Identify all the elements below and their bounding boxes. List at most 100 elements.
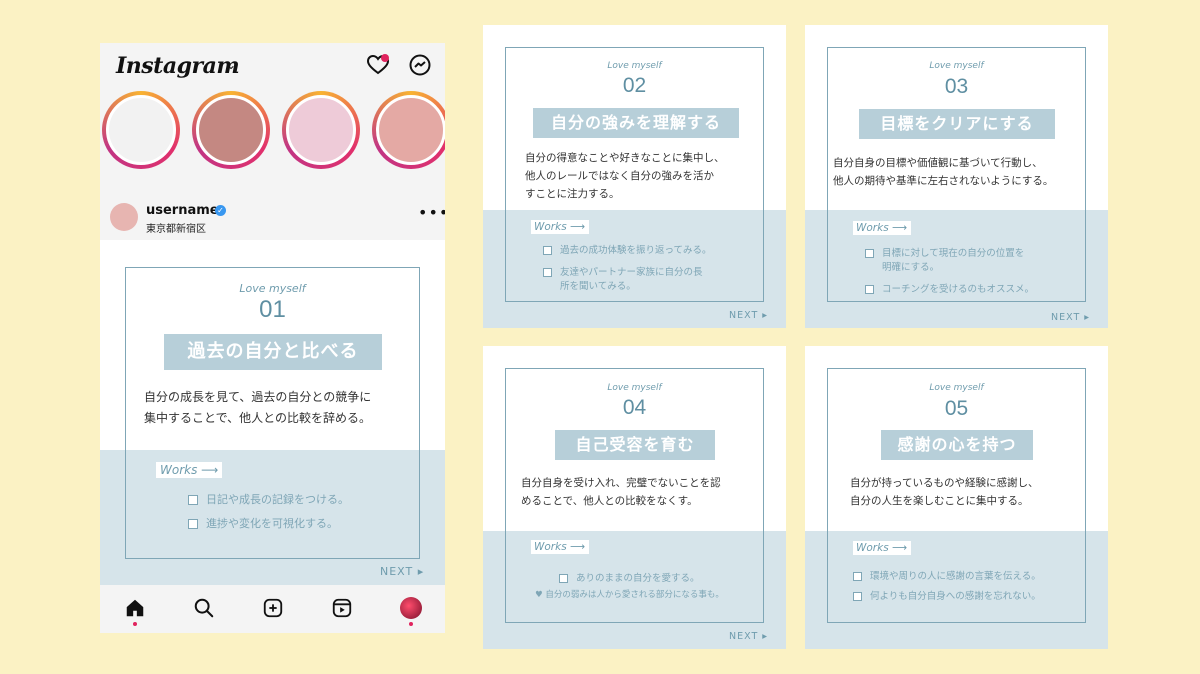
story-avatar[interactable] [102,91,180,169]
carousel-card-05[interactable]: Love myself 05 感謝の心を持つ 自分が持っているものや経験に感謝し… [805,346,1108,649]
works-text: Works [856,222,889,234]
card-number: 03 [944,75,969,98]
chevron-down-icon[interactable]: ⌄ [226,58,236,72]
checklist-text: 環境や周りの人に感謝の言葉を伝える。 [870,571,1041,582]
checklist-item[interactable]: 過去の成功体験を振り返ってみる。 [543,242,712,256]
tip-note: ♥ 自分の弱みは人から愛される部分になる事も。 [535,590,724,600]
checkbox[interactable] [188,495,198,505]
love-myself-label: Love myself [607,383,662,393]
checklist-item[interactable]: ありのままの自分を愛する。 [559,570,700,584]
post-user-row: username ✓ 東京都新宿区 ••• [100,193,445,241]
checkbox[interactable] [543,268,552,277]
instagram-phone: Instagram ⌄ username ✓ 東京都新宿区 ••• Love m… [100,43,445,633]
card-number: 05 [944,397,969,420]
card-title: 目標をクリアにする [859,109,1055,139]
love-myself-label: Love myself [607,61,662,71]
card-title: 過去の自分と比べる [164,334,382,370]
desc-line: 自分が持っているものや経験に感謝し、 [850,477,1039,489]
love-myself-label: Love myself [929,383,984,393]
checklist-item[interactable]: 目標に対して現在の自分の位置を [865,245,1024,259]
card-description: 自分が持っているものや経験に感謝し、 自分の人生を楽しむことに集中する。 [850,474,1038,510]
verified-badge-icon: ✓ [215,205,226,216]
card-description: 自分自身を受け入れ、完璧でないことを認 めることで、他人との比較をなくす。 [521,474,721,510]
heart-icon[interactable] [366,53,390,77]
username[interactable]: username [146,203,219,218]
messenger-icon[interactable] [408,53,432,77]
avatar[interactable] [110,203,138,231]
card-title: 自己受容を育む [555,430,715,460]
carousel-card-04[interactable]: Love myself 04 自己受容を育む 自分自身を受け入れ、完璧でないこと… [483,346,786,649]
desc-line: 集中することで、他人との比較を辞める。 [144,411,372,425]
next-text: NEXT [380,565,414,578]
location-label[interactable]: 東京都新宿区 [146,220,206,235]
works-text: Works [534,541,567,553]
checklist-item[interactable]: コーチングを受けるのもオススメ。 [865,281,1034,295]
checkbox[interactable] [865,249,874,258]
card-title: 自分の強みを理解する [533,108,739,138]
add-post-icon[interactable] [262,597,284,619]
card-number: 02 [622,74,647,97]
stories-row [100,91,445,171]
carousel-card-02[interactable]: Love myself 02 自分の強みを理解する 自分の得意なことや好きなこと… [483,25,786,328]
instagram-logo[interactable]: Instagram [116,53,240,79]
checkbox[interactable] [543,246,552,255]
next-text: NEXT [1051,312,1081,323]
next-text: NEXT [729,631,759,642]
checklist-text: 目標に対して現在の自分の位置を [882,248,1025,259]
post-card-01[interactable]: Love myself 01 過去の自分と比べる 自分の成長を見て、過去の自分と… [100,240,445,585]
desc-line: めることで、他人との比較をなくす。 [521,495,698,507]
works-text: Works [160,463,198,477]
story-avatar[interactable] [282,91,360,169]
checklist-item[interactable]: 進捗や変化を可視化する。 [188,515,338,531]
card-description: 自分の成長を見て、過去の自分との競争に 集中することで、他人との比較を辞める。 [144,387,371,429]
bottom-nav [100,585,445,633]
more-options-icon[interactable]: ••• [418,203,445,222]
checklist-item[interactable]: 友達やパートナー家族に自分の長 [543,264,703,278]
checklist-text: 何よりも自分自身への感謝を忘れない。 [870,591,1041,602]
works-label: Works ⟶ [853,221,911,235]
story-avatar[interactable] [192,91,270,169]
checkbox[interactable] [188,519,198,529]
carousel-card-03[interactable]: Love myself 03 目標をクリアにする 自分自身の目標や価値観に基づい… [805,25,1108,328]
checklist-item[interactable]: 環境や周りの人に感謝の言葉を伝える。 [853,568,1041,582]
next-link[interactable]: NEXT ▸ [729,631,768,642]
checklist-item[interactable]: 何よりも自分自身への感謝を忘れない。 [853,588,1041,602]
checklist-text: 進捗や変化を可視化する。 [206,517,338,530]
search-icon[interactable] [193,597,215,619]
card-number: 04 [622,396,647,419]
checkbox[interactable] [559,574,568,583]
checklist-item-continued: 所を聞いてみる。 [560,281,636,292]
checklist-text: ありのままの自分を愛する。 [576,573,700,584]
checklist-text: 友達やパートナー家族に自分の長 [560,267,703,278]
notification-dot [133,622,137,626]
desc-line: 自分の得意なことや好きなことに集中し、 [525,152,725,164]
instagram-header: Instagram ⌄ [100,43,445,91]
works-label: Works ⟶ [853,541,911,555]
card-description: 自分自身の目標や価値観に基づいて行動し、 他人の期待や基準に左右されないようにす… [833,154,1053,190]
checkbox[interactable] [865,285,874,294]
desc-line: 他人の期待や基準に左右されないようにする。 [833,175,1054,187]
home-icon[interactable] [124,597,146,619]
next-link[interactable]: NEXT ▸ [729,310,768,321]
next-link[interactable]: NEXT ▸ [1051,312,1090,323]
works-label: Works ⟶ [531,220,589,234]
desc-line: 自分の成長を見て、過去の自分との競争に [144,390,372,404]
card-description: 自分の得意なことや好きなことに集中し、 他人のレールではなく自分の強みを活か す… [525,149,725,203]
reels-icon[interactable] [331,597,353,619]
story-avatar[interactable] [372,91,445,169]
checklist-item[interactable]: 日記や成長の記録をつける。 [188,491,349,507]
works-text: Works [534,221,567,233]
next-link[interactable]: NEXT ▸ [380,565,424,578]
works-label: Works ⟶ [156,462,222,478]
checklist-text: コーチングを受けるのもオススメ。 [882,284,1035,295]
desc-line: 自分の人生を楽しむことに集中する。 [850,495,1029,507]
next-text: NEXT [729,310,759,321]
card-title: 感謝の心を持つ [881,430,1033,460]
works-text: Works [856,542,889,554]
desc-line: 他人のレールではなく自分の強みを活か [525,170,714,182]
checkbox[interactable] [853,592,862,601]
profile-avatar-icon[interactable] [400,597,422,619]
works-label: Works ⟶ [531,540,589,554]
desc-line: 自分自身の目標や価値観に基づいて行動し、 [833,157,1043,169]
checkbox[interactable] [853,572,862,581]
